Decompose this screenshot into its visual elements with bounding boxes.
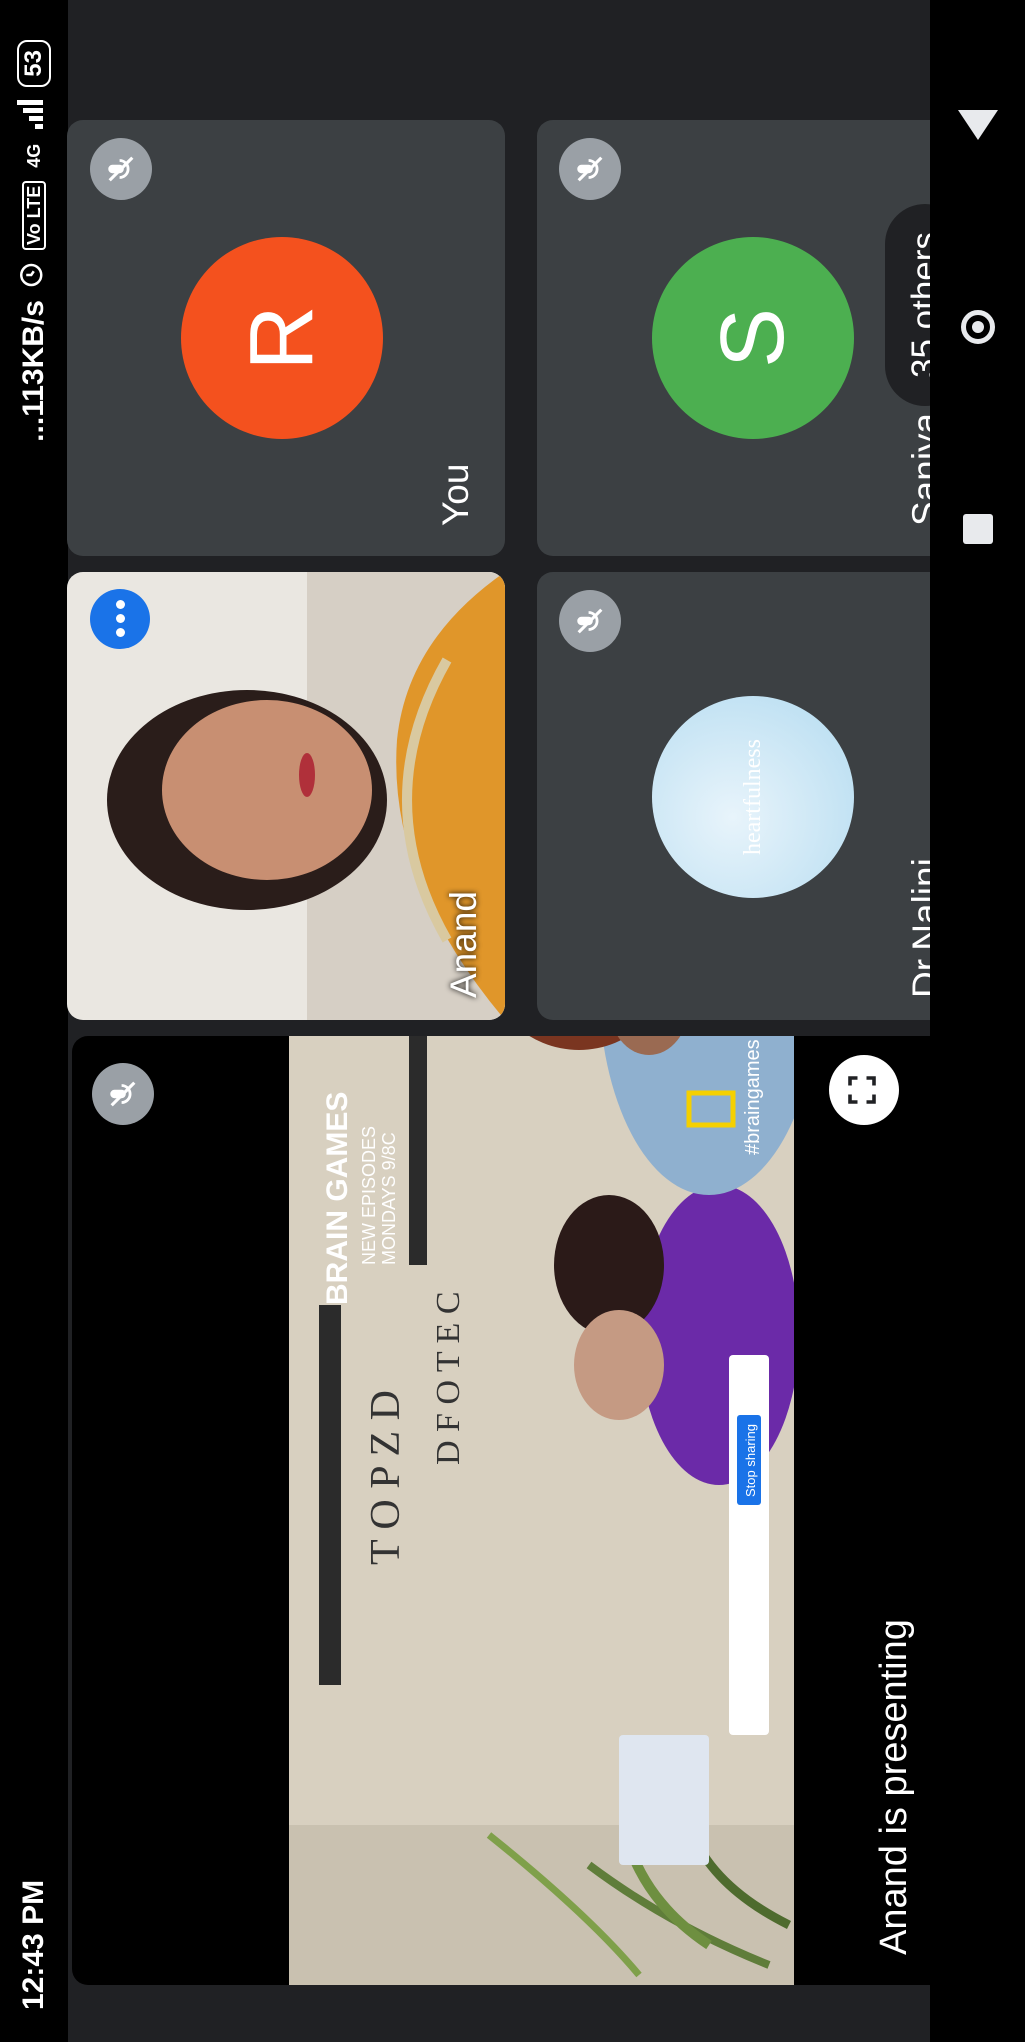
recents-button[interactable] (962, 514, 993, 544)
participant-tile-nalini[interactable]: heartfulness Dr.Nalini (537, 572, 975, 1020)
avatar: R (181, 237, 383, 439)
mic-off-icon (90, 138, 152, 200)
volte-icon: Vo LTE (22, 180, 46, 251)
status-time: 12:43 PM (17, 1879, 50, 2010)
network-speed: ...113KB/s (17, 300, 50, 442)
home-button[interactable] (960, 310, 995, 344)
magazine (619, 1735, 709, 1865)
meeting-screen: 12:43 PM ...113KB/s Vo LTE 4G 53 T O P Z… (0, 0, 1025, 2042)
participant-tile-saniya[interactable]: S 35 others Saniya (537, 120, 975, 556)
fullscreen-icon (844, 1072, 885, 1108)
mic-off-icon (92, 1063, 154, 1125)
svg-text:NEW EPISODES: NEW EPISODES (359, 1126, 379, 1265)
svg-text:Stop sharing: Stop sharing (743, 1424, 758, 1497)
participant-tile-you[interactable]: R You (67, 120, 505, 556)
back-button[interactable] (957, 110, 998, 140)
plant-illustration (289, 1823, 794, 1985)
svg-text:T O P Z D: T O P Z D (363, 1390, 409, 1565)
shared-screen: T O P Z D D F O T E C BRAIN GAMES NEW EP… (289, 1036, 794, 1985)
shared-screen-image: T O P Z D D F O T E C BRAIN GAMES NEW EP… (289, 1036, 794, 1985)
network-type: 4G (24, 143, 44, 168)
mic-off-icon (559, 590, 621, 652)
avatar: heartfulness (652, 696, 854, 898)
avatar: S (652, 237, 854, 439)
svg-text:D F O T E C: D F O T E C (430, 1291, 467, 1465)
participant-tile-anand[interactable]: Anand (67, 572, 505, 1020)
battery-icon: 53 (17, 40, 51, 87)
stop-sharing-bar: Stop sharing (729, 1355, 769, 1735)
alarm-icon (15, 260, 53, 290)
svg-text:BRAIN GAMES: BRAIN GAMES (321, 1092, 354, 1305)
nav-bar (930, 0, 1025, 2042)
mic-off-icon (559, 138, 621, 200)
fullscreen-button[interactable] (829, 1055, 899, 1125)
status-bar: 12:43 PM ...113KB/s Vo LTE 4G 53 (0, 0, 68, 2042)
presentation-tile[interactable]: T O P Z D D F O T E C BRAIN GAMES NEW EP… (72, 1036, 984, 1985)
hashtag-label: #braingames (742, 1039, 764, 1155)
signal-icon (15, 97, 53, 131)
presenting-label: Anand is presenting (873, 1619, 915, 1955)
more-options-button[interactable] (90, 589, 150, 649)
participant-name-anand: Anand (443, 891, 484, 998)
svg-text:MONDAYS 9/8C: MONDAYS 9/8C (379, 1132, 399, 1265)
status-icons: ...113KB/s Vo LTE 4G 53 (15, 40, 53, 442)
participant-name-you: You (435, 463, 476, 526)
